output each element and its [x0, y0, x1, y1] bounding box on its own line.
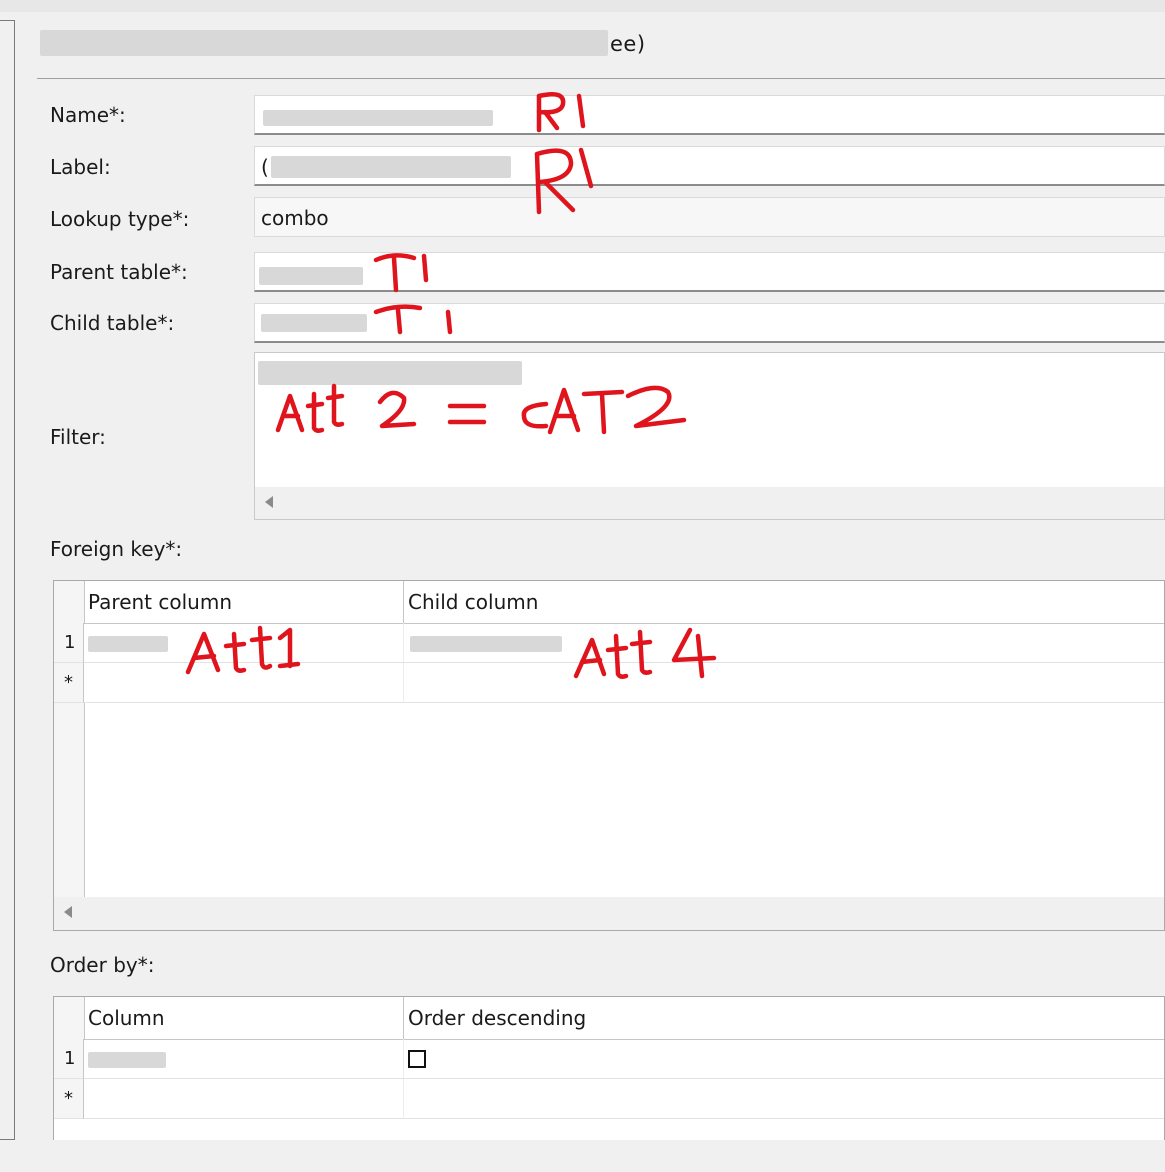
annotation-r1-label: [534, 147, 594, 215]
child-table-label: Child table*:: [50, 311, 175, 335]
grid-corner: [54, 581, 85, 623]
annotation-att1: [185, 625, 301, 675]
lookup-type-label: Lookup type*:: [50, 207, 190, 231]
child-column-header-label: Child column: [408, 590, 539, 614]
lookup-editor: ee) Name*: Label: ( Lookup type*: combo …: [0, 0, 1165, 1172]
new-row-marker: *: [64, 672, 73, 693]
row-header-1[interactable]: 1: [54, 623, 84, 663]
annotation-r1-name: [536, 92, 586, 133]
editor-title: ee): [40, 28, 680, 62]
child-column-header[interactable]: Child column: [404, 581, 1164, 623]
order-by-label: Order by*:: [50, 953, 155, 977]
label-input-value: (: [261, 155, 269, 179]
filter-label: Filter:: [50, 425, 106, 449]
new-row-child-cell[interactable]: [404, 663, 1164, 703]
new-row-order-cell[interactable]: [404, 1079, 1164, 1119]
parent-column-header-label: Parent column: [88, 590, 233, 614]
child-column-cell[interactable]: [404, 623, 1164, 663]
column-cell[interactable]: [84, 1039, 404, 1079]
order-descending-header-label: Order descending: [408, 1006, 587, 1030]
scroll-left-arrow-icon[interactable]: [265, 496, 273, 508]
row-header-1[interactable]: 1: [54, 1039, 84, 1079]
lookup-type-select[interactable]: combo: [254, 197, 1165, 237]
annotation-att4: [573, 627, 717, 679]
filter-horizontal-scrollbar[interactable]: [255, 487, 1164, 519]
name-input[interactable]: [254, 95, 1165, 135]
name-label: Name*:: [50, 103, 126, 127]
redacted-child-column-value: [410, 636, 562, 652]
annotation-filter-att2-cat2: [275, 383, 687, 435]
label-label: Label:: [50, 155, 111, 179]
annotation-t1-parent-table: [373, 253, 429, 293]
redacted-title: [40, 30, 608, 56]
top-strip: [0, 0, 1165, 12]
title-divider: [37, 78, 1165, 79]
left-panel: [0, 20, 15, 1140]
column-header[interactable]: Column: [84, 997, 404, 1039]
new-row-header[interactable]: *: [54, 1079, 84, 1119]
foreign-key-label: Foreign key*:: [50, 537, 183, 561]
foreign-key-horizontal-scrollbar[interactable]: [54, 897, 1164, 930]
row-header-strip: [54, 703, 85, 897]
redacted-label-value: [271, 156, 511, 178]
new-row-header[interactable]: *: [54, 663, 84, 703]
row-number: 1: [64, 1048, 76, 1069]
annotation-t1-child-table: [373, 304, 453, 335]
order-descending-header[interactable]: Order descending: [404, 997, 1164, 1039]
grid-corner: [54, 997, 85, 1039]
order-descending-checkbox[interactable]: [408, 1050, 426, 1068]
row-number: 1: [64, 632, 76, 653]
new-row-marker: *: [64, 1088, 73, 1109]
redacted-name-value: [263, 110, 493, 126]
redacted-parent-table-value: [259, 267, 363, 285]
redacted-column-value: [88, 1052, 166, 1068]
new-row-column-cell[interactable]: [84, 1079, 404, 1119]
column-header-label: Column: [88, 1006, 165, 1030]
redacted-child-table-value: [261, 314, 367, 332]
title-suffix: ee): [610, 32, 646, 56]
redacted-parent-column-value: [88, 636, 168, 652]
lookup-type-value: combo: [261, 206, 329, 230]
scroll-left-arrow-icon[interactable]: [64, 906, 72, 918]
order-by-grid[interactable]: Column Order descending 1 *: [53, 996, 1165, 1140]
order-descending-cell[interactable]: [404, 1039, 1164, 1079]
parent-column-header[interactable]: Parent column: [84, 581, 404, 623]
parent-table-label: Parent table*:: [50, 260, 188, 284]
label-input[interactable]: (: [254, 146, 1165, 186]
